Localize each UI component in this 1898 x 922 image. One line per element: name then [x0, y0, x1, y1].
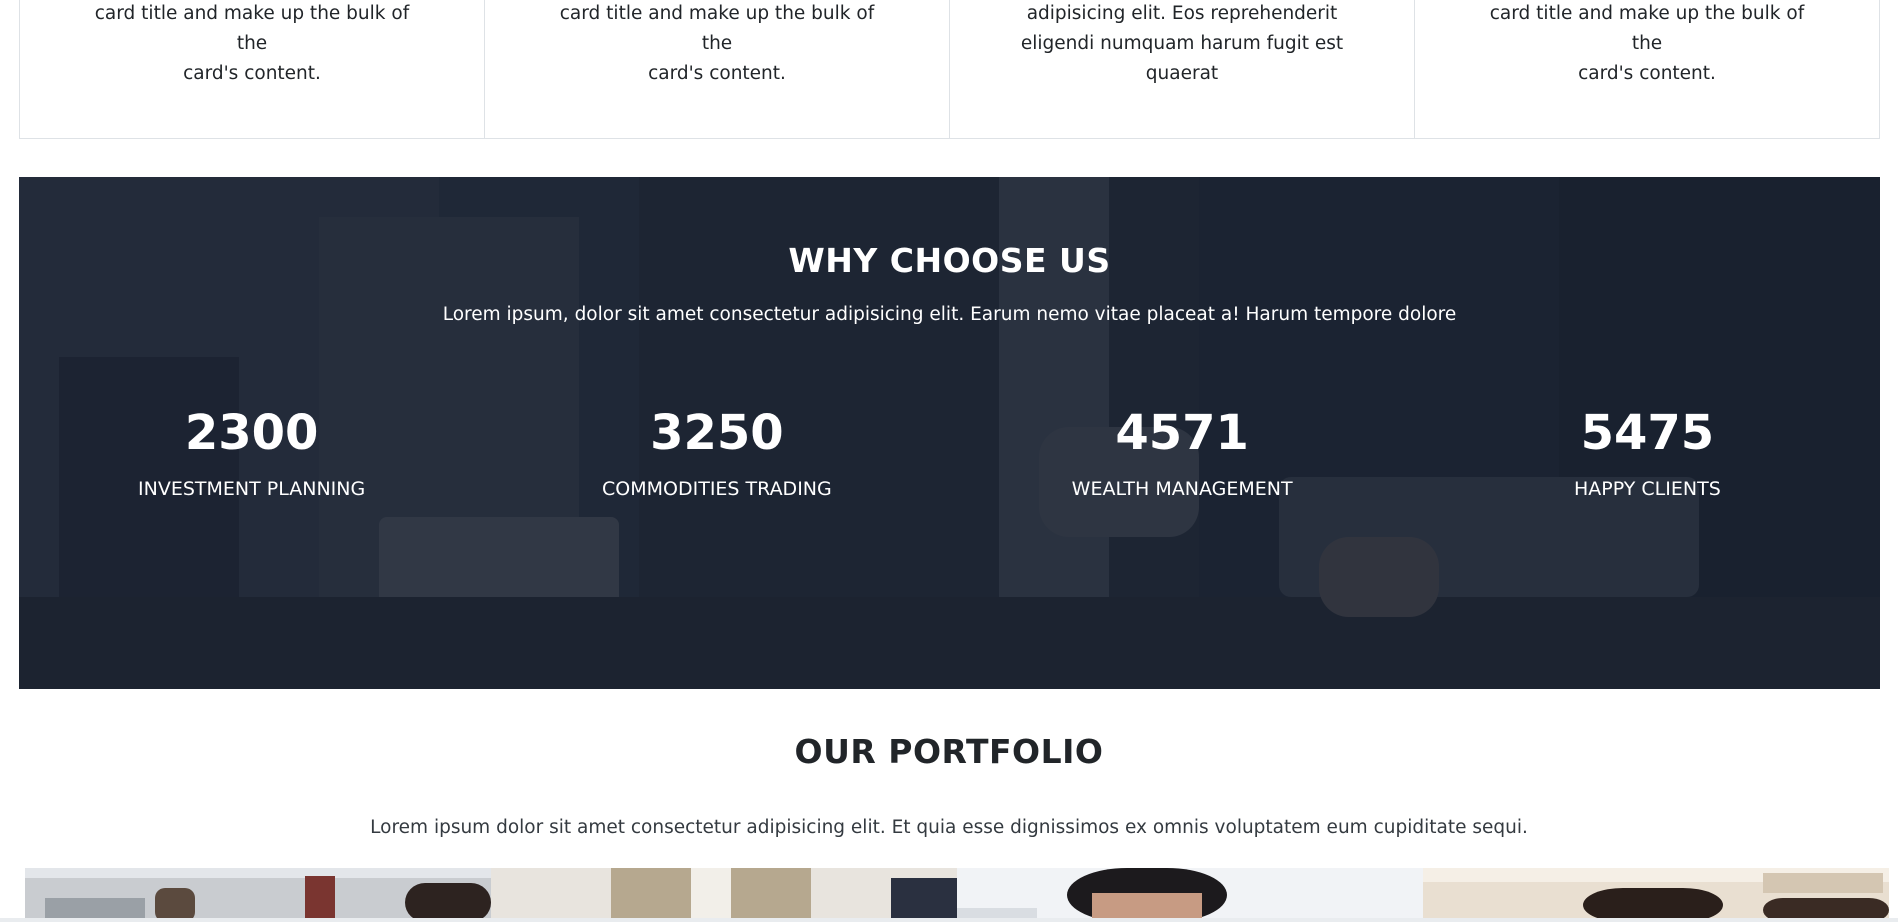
stat-number: 5475: [1580, 405, 1715, 461]
portfolio-thumbnail[interactable]: [957, 868, 1423, 922]
stat-investment-planning: 2300 INVESTMENT PLANNING: [19, 401, 484, 500]
why-content: WHY CHOOSE US Lorem ipsum, dolor sit ame…: [19, 177, 1880, 689]
card-text: adipisicing elit. Eos reprehenderit elig…: [1010, 0, 1354, 89]
why-choose-us-section: WHY CHOOSE US Lorem ipsum, dolor sit ame…: [19, 177, 1880, 689]
stat-number: 2300: [184, 405, 319, 461]
portfolio-thumbnail[interactable]: [491, 868, 957, 922]
stat-commodities-trading: 3250 COMMODITIES TRADING: [484, 401, 949, 500]
section-subtitle: Lorem ipsum, dolor sit amet consectetur …: [442, 304, 1457, 325]
card-text-line: card title and make up the bulk of the: [94, 3, 410, 54]
stat-label: INVESTMENT PLANNING: [138, 478, 366, 500]
portfolio-thumbnail[interactable]: [25, 868, 491, 922]
stat-number: 4571: [1115, 405, 1249, 461]
section-title: WHY CHOOSE US: [788, 241, 1111, 280]
service-cards-row: card title and make up the bulk of the c…: [19, 0, 1880, 139]
service-card: card title and make up the bulk of the c…: [1415, 0, 1879, 138]
office-photo-4: [1423, 868, 1889, 922]
page: card title and make up the bulk of the c…: [0, 0, 1898, 922]
card-text-line: card title and make up the bulk of the: [1489, 3, 1805, 54]
card-text-line: quaerat: [1145, 63, 1219, 84]
office-photo-2: [491, 868, 957, 922]
portfolio-subtitle: Lorem ipsum dolor sit amet consectetur a…: [370, 817, 1528, 838]
card-text-line: card's content.: [648, 63, 786, 84]
card-text-line: card's content.: [1578, 63, 1716, 84]
portfolio-title: OUR PORTFOLIO: [794, 732, 1104, 771]
portfolio-thumbnail[interactable]: [1423, 868, 1889, 922]
office-photo-1: [25, 868, 491, 922]
viewport-bottom-edge: [0, 918, 1898, 922]
stat-label: HAPPY CLIENTS: [1573, 478, 1721, 500]
service-card: card title and make up the bulk of the c…: [485, 0, 950, 138]
card-text: card title and make up the bulk of the c…: [1475, 0, 1819, 89]
stat-happy-clients: 5475 HAPPY CLIENTS: [1415, 401, 1880, 500]
stat-label: WEALTH MANAGEMENT: [1071, 478, 1293, 500]
stat-number: 3250: [650, 405, 784, 461]
card-text-line: card title and make up the bulk of the: [559, 3, 875, 54]
office-photo-3: [957, 868, 1423, 922]
stat-wealth-management: 4571 WEALTH MANAGEMENT: [950, 401, 1415, 500]
card-text: card title and make up the bulk of the c…: [80, 0, 424, 89]
portfolio-gallery: [25, 868, 1898, 922]
card-text: card title and make up the bulk of the c…: [545, 0, 889, 89]
card-text-line: adipisicing elit. Eos reprehenderit: [1026, 3, 1338, 24]
service-card: card title and make up the bulk of the c…: [20, 0, 485, 138]
card-text-line: card's content.: [183, 63, 321, 84]
stat-label: COMMODITIES TRADING: [602, 478, 832, 500]
stats-row: 2300 INVESTMENT PLANNING 3250 COMMODITIE…: [19, 401, 1880, 500]
card-text-line: eligendi numquam harum fugit est: [1020, 33, 1344, 54]
service-card: adipisicing elit. Eos reprehenderit elig…: [950, 0, 1415, 138]
